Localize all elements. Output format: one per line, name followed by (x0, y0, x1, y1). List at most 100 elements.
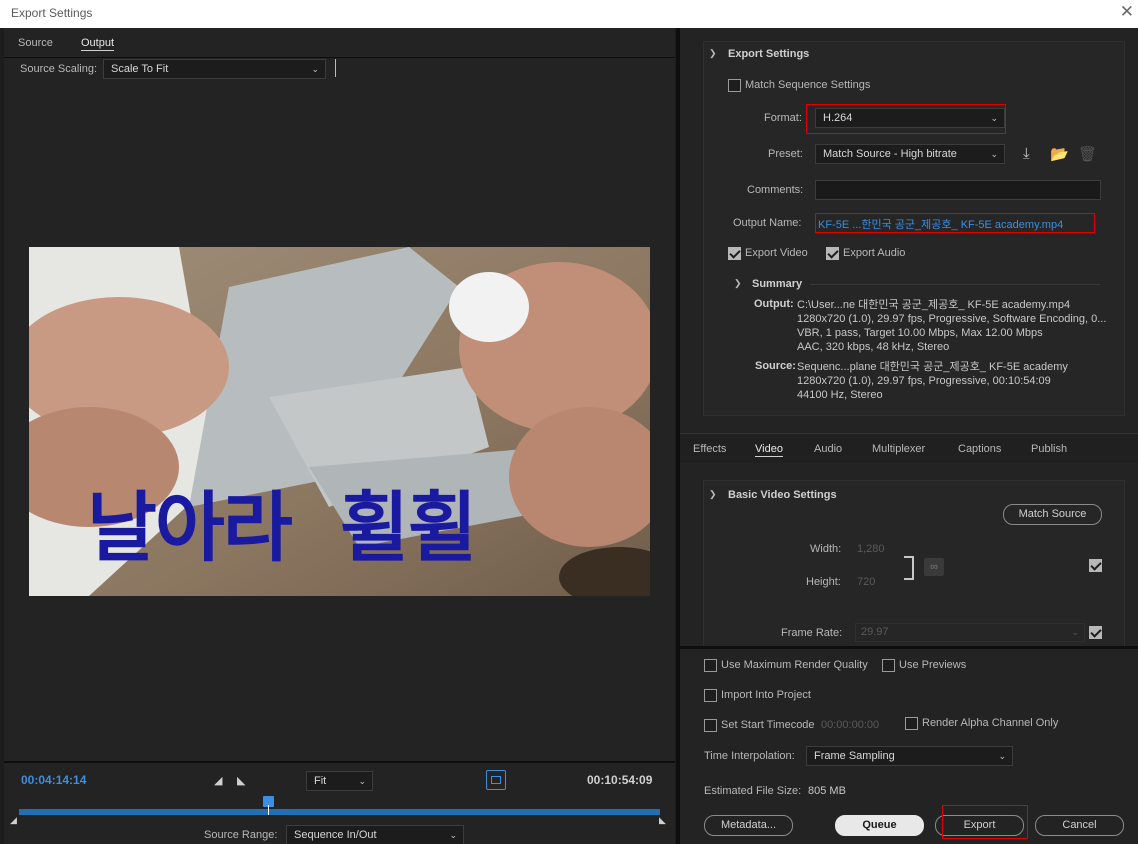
max-render-checkbox[interactable] (704, 659, 717, 672)
frame-rate-label: Frame Rate: (781, 627, 843, 639)
output-name-link[interactable]: KF-5E ...한민국 공군_제공호_ KF-5E academy.mp4 (818, 216, 1063, 232)
summary-output-line: VBR, 1 pass, Target 10.00 Mbps, Max 12.0… (797, 327, 1043, 339)
export-video-checkbox[interactable] (728, 247, 741, 260)
playhead-line (268, 805, 269, 815)
tab-output[interactable]: Output (81, 37, 115, 51)
link-icon[interactable]: ∞ (924, 558, 944, 576)
source-range-dropdown[interactable]: Sequence In/Out ⌄ (286, 825, 464, 844)
close-icon[interactable]: ✕ (1120, 3, 1134, 20)
window-title: Export Settings (11, 6, 93, 20)
tab-captions[interactable]: Captions (958, 443, 1001, 455)
summary-source-line: 44100 Hz, Stereo (797, 389, 883, 401)
source-range-label: Source Range: (204, 829, 278, 841)
match-source-button[interactable]: Match Source (1003, 504, 1102, 525)
zoom-dropdown[interactable]: Fit ⌄ (306, 771, 373, 791)
frame-rate-checkbox[interactable] (1089, 626, 1102, 639)
output-name-label: Output Name: (733, 217, 802, 229)
chevron-down-icon: ⌄ (990, 113, 998, 123)
divider (810, 284, 1100, 285)
match-sequence-checkbox[interactable] (728, 79, 741, 92)
chevron-down-icon[interactable]: ❯ (709, 48, 717, 59)
format-dropdown[interactable]: H.264 ⌄ (815, 108, 1005, 128)
tab-video[interactable]: Video (755, 443, 783, 457)
divider (335, 59, 336, 77)
queue-button[interactable]: Queue (835, 815, 924, 836)
summary-source-label: Source: (755, 360, 796, 372)
duration-timecode: 00:10:54:09 (587, 773, 653, 787)
summary-output-line: 1280x720 (1.0), 29.97 fps, Progressive, … (797, 313, 1107, 325)
import-project-checkbox[interactable] (704, 689, 717, 702)
tab-source[interactable]: Source (18, 37, 53, 49)
comments-label: Comments: (747, 184, 804, 196)
summary-output-line: AAC, 320 kbps, 48 kHz, Stereo (797, 341, 950, 353)
source-range-value: Sequence In/Out (294, 829, 377, 841)
height-label: Height: (806, 576, 841, 588)
tab-effects[interactable]: Effects (693, 443, 726, 455)
cancel-button[interactable]: Cancel (1035, 815, 1124, 836)
time-interp-dropdown[interactable]: Frame Sampling ⌄ (806, 746, 1013, 766)
dimension-bracket (904, 556, 914, 580)
tab-publish[interactable]: Publish (1031, 443, 1067, 455)
divider (4, 57, 675, 58)
format-label: Format: (764, 112, 802, 124)
step-forward-icon[interactable]: ◣ (237, 774, 245, 787)
preset-value: Match Source - High bitrate (823, 148, 957, 160)
time-interp-value: Frame Sampling (814, 750, 895, 762)
start-timecode-value[interactable]: 00:00:00:00 (821, 719, 879, 731)
preset-label: Preset: (768, 148, 803, 160)
summary-output-line: C:\User...ne 대한민국 공군_제공호_ KF-5E academy.… (797, 299, 1071, 311)
video-preview: 날아라 휠휠 (29, 247, 650, 596)
summary-output: C:\User...ne 대한민국 공군_제공호_ KF-5E academy.… (797, 298, 1106, 354)
use-previews-checkbox[interactable] (882, 659, 895, 672)
divider (680, 646, 1138, 649)
source-scaling-dropdown[interactable]: Scale To Fit ⌄ (103, 59, 326, 79)
tab-multiplexer[interactable]: Multiplexer (872, 443, 925, 455)
summary-output-label: Output: (754, 298, 794, 310)
frame-rate-value: 29.97 (861, 626, 889, 638)
summary-source: Sequenc...plane 대한민국 공군_제공호_ KF-5E acade… (797, 360, 1068, 402)
match-sequence-label: Match Sequence Settings (745, 79, 871, 91)
save-preset-icon[interactable]: ⤓ (1023, 145, 1030, 162)
import-project-label: Import Into Project (721, 689, 811, 701)
delete-preset-icon[interactable]: 🗑 (1078, 145, 1097, 163)
chevron-down-icon: ⌄ (311, 64, 319, 74)
width-label: Width: (810, 543, 842, 555)
source-scaling-label: Source Scaling: (20, 63, 98, 75)
metadata-button[interactable]: Metadata... (704, 815, 793, 836)
export-audio-checkbox[interactable] (826, 247, 839, 260)
chevron-down-icon: ⌄ (998, 751, 1006, 761)
render-alpha-label: Render Alpha Channel Only (922, 717, 1059, 729)
title-bar: Export Settings ✕ (0, 0, 1138, 28)
timeline-range (19, 809, 660, 815)
chevron-down-icon: ⌄ (990, 149, 998, 159)
render-alpha-checkbox[interactable] (905, 717, 918, 730)
export-highlight (942, 805, 1028, 839)
aspect-ratio-icon[interactable] (486, 770, 506, 790)
start-timecode-label: Set Start Timecode (721, 719, 815, 731)
zoom-value: Fit (314, 775, 327, 787)
frame-rate-dropdown[interactable]: 29.97 ⌄ (855, 623, 1085, 642)
height-value[interactable]: 720 (857, 576, 875, 588)
est-size-value: 805 MB (808, 785, 846, 797)
width-value[interactable]: 1,280 (857, 543, 885, 555)
use-previews-label: Use Previews (899, 659, 967, 671)
summary-source-line: 1280x720 (1.0), 29.97 fps, Progressive, … (797, 375, 1051, 387)
preset-dropdown[interactable]: Match Source - High bitrate ⌄ (815, 144, 1005, 164)
timeline-track[interactable] (19, 809, 660, 815)
export-video-label: Export Video (745, 247, 808, 259)
out-point-icon[interactable]: ◣ (659, 815, 666, 826)
start-timecode-checkbox[interactable] (704, 719, 717, 732)
chevron-down-icon[interactable]: ❯ (734, 278, 742, 289)
import-preset-icon[interactable]: 📂 (1050, 145, 1069, 163)
basic-video-header: Basic Video Settings (728, 489, 837, 501)
in-point-icon[interactable]: ◢ (10, 815, 17, 826)
chevron-down-icon: ⌄ (1071, 627, 1079, 637)
chevron-down-icon[interactable]: ❯ (709, 489, 717, 500)
divider (4, 761, 675, 763)
current-timecode[interactable]: 00:04:14:14 (21, 773, 86, 787)
comments-input[interactable] (815, 180, 1101, 200)
source-scaling-value: Scale To Fit (111, 63, 169, 75)
tab-audio[interactable]: Audio (814, 443, 842, 455)
step-back-icon[interactable]: ◢ (214, 774, 222, 787)
width-height-checkbox[interactable] (1089, 559, 1102, 572)
